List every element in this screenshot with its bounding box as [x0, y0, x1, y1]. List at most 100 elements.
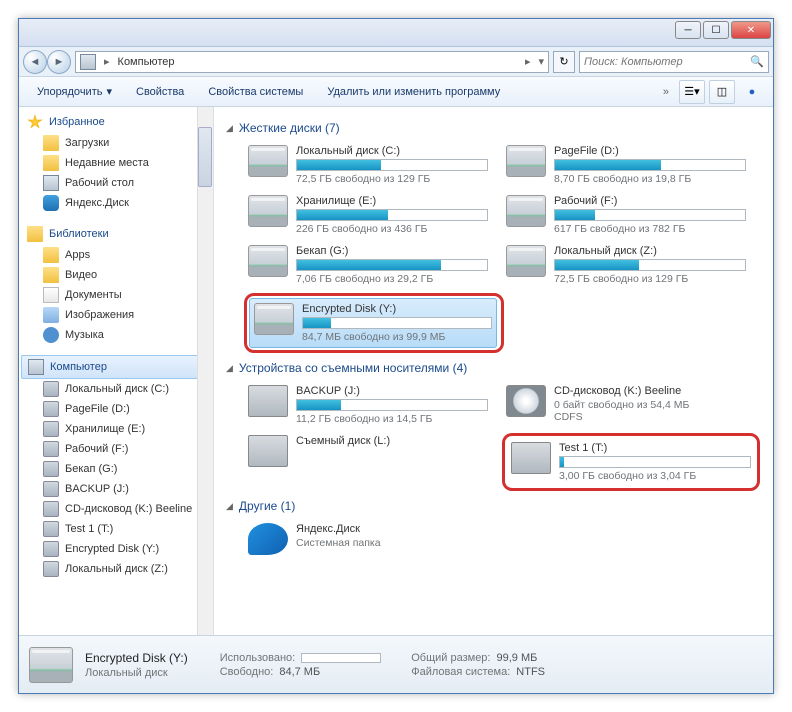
drive-item[interactable]: Яндекс.Диск Системная папка [244, 519, 492, 559]
view-button[interactable]: ☰▾ [679, 80, 705, 104]
sidebar-item-pictures[interactable]: Изображения [21, 305, 211, 325]
video-icon [43, 267, 59, 283]
drive-item[interactable]: Рабочий (F:)617 ГБ свободно из 782 ГБ [502, 191, 750, 239]
drive-item[interactable]: PageFile (D:)8,70 ГБ свободно из 19,8 ГБ [502, 141, 750, 189]
music-icon [43, 327, 59, 343]
drive-usage-bar [296, 259, 488, 271]
drive-free-text: 0 байт свободно из 54,4 МБ [554, 399, 746, 411]
drive-usage-bar [554, 209, 746, 221]
drive-icon [43, 441, 59, 457]
section-other-header[interactable]: ◢Другие (1) [226, 493, 761, 519]
drive-icon [29, 647, 73, 683]
cd-icon [43, 501, 59, 517]
drive-free-text: 11,2 ГБ свободно из 14,5 ГБ [296, 413, 488, 425]
drive-icon [511, 442, 551, 474]
sidebar-item-desktop[interactable]: Рабочий стол [21, 173, 211, 193]
chevron-down-icon: ▾ [106, 85, 112, 98]
maximize-button[interactable]: ☐ [703, 21, 729, 39]
toolbar-more-icon[interactable]: » [657, 86, 675, 98]
library-icon [27, 226, 43, 242]
drive-usage-bar [296, 159, 488, 171]
drive-item[interactable]: Локальный диск (C:) 72,5 ГБ свободно из 1… [244, 141, 492, 189]
drive-sub-text: Системная папка [296, 537, 488, 549]
sidebar-item-drive-c[interactable]: Локальный диск (C:) [21, 379, 211, 399]
sidebar-item-drive-k[interactable]: CD-дисковод (K:) Beeline [21, 499, 211, 519]
sidebar-computer-header[interactable]: Компьютер [21, 355, 211, 379]
picture-icon [43, 307, 59, 323]
sidebar-item-yandex[interactable]: Яндекс.Диск [21, 193, 211, 213]
scrollbar-thumb[interactable] [198, 127, 212, 187]
uninstall-button[interactable]: Удалить или изменить программу [317, 82, 510, 102]
drive-usage-bar [554, 159, 746, 171]
back-button[interactable]: ◄ [23, 50, 47, 74]
section-removable-header[interactable]: ◢Устройства со съемными носителями (4) [226, 355, 761, 381]
drive-icon [506, 385, 546, 417]
drive-icon [248, 385, 288, 417]
sidebar-item-recent[interactable]: Недавние места [21, 153, 211, 173]
fs-value: NTFS [516, 666, 545, 678]
computer-icon [80, 54, 96, 70]
folder-icon [43, 155, 59, 171]
sidebar-item-drive-z[interactable]: Локальный диск (Z:) [21, 559, 211, 579]
drive-icon [506, 245, 546, 277]
drive-item[interactable]: Encrypted Disk (Y:)84,7 МБ свободно из 9… [249, 298, 497, 348]
sidebar-item-drive-t[interactable]: Test 1 (T:) [21, 519, 211, 539]
refresh-button[interactable]: ↻ [553, 51, 575, 73]
preview-pane-button[interactable]: ◫ [709, 80, 735, 104]
status-title: Encrypted Disk (Y:) [85, 651, 188, 665]
desktop-icon [43, 175, 59, 191]
drive-icon [248, 245, 288, 277]
organize-button[interactable]: Упорядочить ▾ [27, 81, 122, 102]
drive-name: Яндекс.Диск [296, 523, 488, 535]
drive-item[interactable]: Test 1 (T:)3,00 ГБ свободно из 3,04 ГБ [507, 438, 755, 486]
drive-item[interactable]: Бекап (G:)7,06 ГБ свободно из 29,2 ГБ [244, 241, 492, 289]
drive-item[interactable]: Съемный диск (L:) [244, 431, 492, 493]
sidebar-item-music[interactable]: Музыка [21, 325, 211, 345]
drive-free-text: 617 ГБ свободно из 782 ГБ [554, 223, 746, 235]
sidebar-item-drive-j[interactable]: BACKUP (J:) [21, 479, 211, 499]
content-pane: ◢Жесткие диски (7) Локальный диск (C:) 72… [214, 107, 773, 635]
minimize-button[interactable]: ─ [675, 21, 701, 39]
drive-icon [43, 381, 59, 397]
drive-item[interactable]: Хранилище (E:)226 ГБ свободно из 436 ГБ [244, 191, 492, 239]
document-icon [43, 287, 59, 303]
forward-button[interactable]: ► [47, 50, 71, 74]
search-input[interactable] [584, 56, 750, 68]
sidebar-scrollbar[interactable] [197, 107, 213, 635]
sidebar-item-video[interactable]: Видео [21, 265, 211, 285]
drive-free-text: 72,5 ГБ свободно из 129 ГБ [296, 173, 488, 185]
search-icon: 🔍 [750, 55, 764, 68]
close-button[interactable]: ✕ [731, 21, 771, 39]
drive-usage-bar [296, 399, 488, 411]
drive-name: BACKUP (J:) [296, 385, 488, 397]
sidebar-item-apps[interactable]: Apps [21, 245, 211, 265]
collapse-icon: ◢ [226, 501, 233, 512]
drive-icon [43, 421, 59, 437]
sidebar-item-downloads[interactable]: Загрузки [21, 133, 211, 153]
drive-name: Encrypted Disk (Y:) [302, 303, 492, 315]
address-dropdown-icon[interactable]: ▾ [538, 55, 544, 68]
breadcrumb[interactable]: Компьютер [118, 56, 517, 68]
drive-item[interactable]: Локальный диск (Z:)72,5 ГБ свободно из 1… [502, 241, 750, 289]
drive-free-text: 72,5 ГБ свободно из 129 ГБ [554, 273, 746, 285]
sidebar-item-documents[interactable]: Документы [21, 285, 211, 305]
system-properties-button[interactable]: Свойства системы [198, 82, 313, 102]
drive-item[interactable]: BACKUP (J:) 11,2 ГБ свободно из 14,5 ГБ [244, 381, 492, 429]
drive-item[interactable]: CD-дисковод (K:) Beeline0 байт свободно … [502, 381, 750, 429]
help-button[interactable]: ● [739, 80, 765, 104]
address-bar[interactable]: ▸ Компьютер ▸ ▾ [75, 51, 549, 73]
search-bar[interactable]: 🔍 [579, 51, 769, 73]
folder-icon [43, 247, 59, 263]
sidebar-item-drive-y[interactable]: Encrypted Disk (Y:) [21, 539, 211, 559]
sidebar-item-drive-f[interactable]: Рабочий (F:) [21, 439, 211, 459]
properties-button[interactable]: Свойства [126, 82, 194, 102]
status-subtitle: Локальный диск [85, 667, 188, 679]
drive-name: Локальный диск (C:) [296, 145, 488, 157]
drive-free-text: 226 ГБ свободно из 436 ГБ [296, 223, 488, 235]
sidebar-libraries-header[interactable]: Библиотеки [21, 223, 211, 245]
sidebar-item-drive-g[interactable]: Бекап (G:) [21, 459, 211, 479]
sidebar-favorites-header[interactable]: Избранное [21, 111, 211, 133]
section-hdd-header[interactable]: ◢Жесткие диски (7) [226, 115, 761, 141]
sidebar-item-drive-d[interactable]: PageFile (D:) [21, 399, 211, 419]
sidebar-item-drive-e[interactable]: Хранилище (E:) [21, 419, 211, 439]
